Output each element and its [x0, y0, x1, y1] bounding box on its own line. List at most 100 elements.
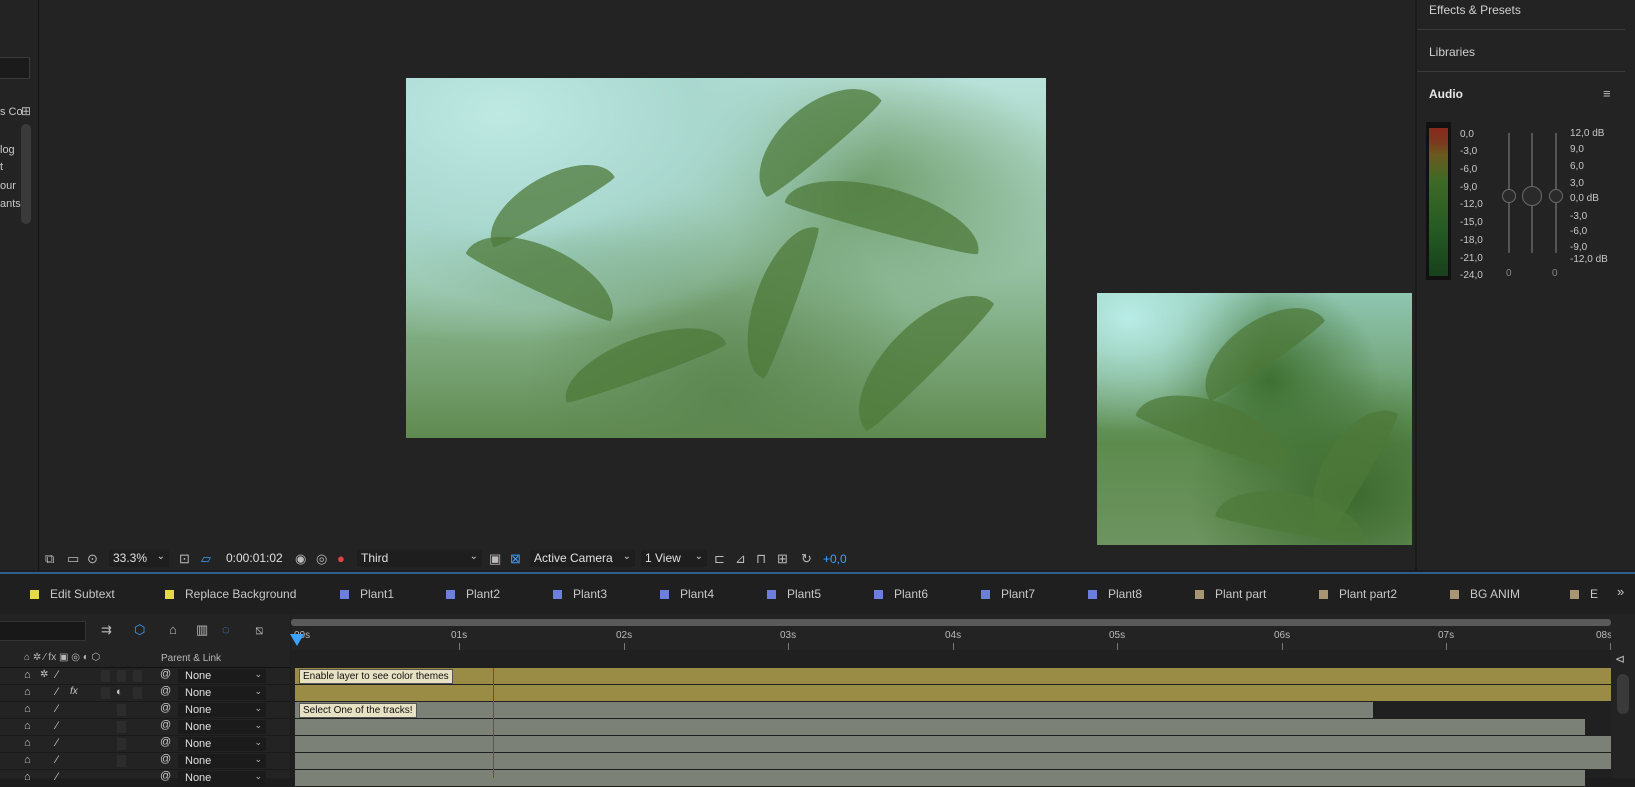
playhead-line[interactable] [493, 668, 494, 778]
transparency-toggle-icon[interactable]: ⊠ [510, 551, 521, 567]
right-channel-slider-knob[interactable] [1549, 189, 1563, 203]
comp-tab[interactable]: Plant5 [767, 587, 821, 601]
project-item-label[interactable]: ants [0, 198, 21, 210]
effects-switch-icon[interactable]: fx [70, 686, 78, 697]
transparency-grid-icon[interactable]: ▱ [201, 551, 211, 567]
current-time-display[interactable]: 0:00:01:02 [222, 550, 322, 567]
comp-tab[interactable]: BG ANIM [1450, 587, 1520, 601]
fit-frame-icon[interactable]: ⊡ [179, 551, 190, 567]
layer-row[interactable]: ⌂ ⁄ fx ◐ @ None ⌄ [0, 685, 290, 702]
current-time-indicator-icon[interactable] [290, 633, 304, 646]
parent-select[interactable]: None ⌄ [178, 754, 266, 768]
pick-whip-icon[interactable]: @ [160, 702, 171, 714]
pick-whip-icon[interactable]: @ [160, 719, 171, 731]
libraries-panel-tab[interactable]: Libraries [1429, 45, 1475, 59]
graph-editor-icon[interactable]: ⧅ [255, 622, 263, 638]
quality-switch-icon[interactable]: ⁄ [56, 686, 58, 698]
timeline-search-input[interactable] [0, 621, 86, 641]
exposure-value[interactable]: +0,0 [823, 552, 847, 566]
view-layout-select[interactable]: 1 View ⌄ [641, 550, 707, 567]
switch-cell[interactable] [117, 738, 126, 750]
composition-frame[interactable] [406, 78, 1046, 438]
adjustment-layer-icon[interactable]: ◐ [116, 686, 123, 698]
shy-switch-icon[interactable]: ⌂ [24, 703, 31, 715]
pick-whip-icon[interactable]: @ [160, 770, 171, 782]
project-item-label[interactable]: our [0, 180, 16, 192]
timeline-toggle-icon[interactable]: ⊓ [756, 551, 766, 567]
comp-tab[interactable]: Plant2 [446, 587, 500, 601]
flowchart-icon[interactable]: ⊞ [21, 104, 31, 118]
parent-select[interactable]: None ⌄ [178, 703, 266, 717]
collapse-switch-icon[interactable]: ✲ [40, 669, 48, 680]
comp-tab[interactable]: Plant3 [553, 587, 607, 601]
parent-select[interactable]: None ⌄ [178, 720, 266, 734]
parent-select[interactable]: None ⌄ [178, 771, 266, 785]
flowchart-icon[interactable]: ⊞ [777, 551, 788, 567]
secondary-viewer-frame[interactable] [1097, 293, 1412, 545]
switch-cell[interactable] [117, 670, 126, 682]
shy-layers-icon[interactable]: ⌂ [169, 622, 177, 637]
pick-whip-icon[interactable]: @ [160, 753, 171, 765]
draft-3d-icon[interactable]: ⬡ [134, 622, 145, 638]
project-scrollbar[interactable] [21, 124, 31, 224]
master-slider-knob[interactable] [1522, 186, 1542, 206]
comp-tab[interactable]: Edit Subtext [30, 587, 115, 601]
scrollbar-thumb[interactable] [1617, 674, 1629, 714]
pick-whip-icon[interactable]: @ [160, 668, 171, 680]
switch-cell[interactable] [117, 721, 126, 733]
comp-tab[interactable]: E [1570, 587, 1598, 601]
camera-snapshot-icon[interactable]: ◉ [295, 551, 306, 567]
panel-menu-icon[interactable]: ≡ [1603, 86, 1611, 101]
project-search-input[interactable] [0, 57, 30, 79]
work-area-bar[interactable] [291, 619, 1611, 626]
layer-row[interactable]: ⌂ ⁄ @ None ⌄ [0, 702, 290, 719]
left-channel-slider-knob[interactable] [1502, 189, 1516, 203]
comp-tab[interactable]: Plant part2 [1319, 587, 1397, 601]
zoom-select[interactable]: 33.3% ⌄ [109, 550, 169, 567]
show-snapshot-icon[interactable]: ◎ [316, 551, 327, 567]
composition-mini-flowchart-icon[interactable]: ⇉ [101, 622, 112, 638]
quality-switch-icon[interactable]: ⁄ [56, 754, 58, 766]
quality-switch-icon[interactable]: ⁄ [56, 737, 58, 749]
shy-switch-icon[interactable]: ⌂ [24, 686, 31, 698]
pick-whip-icon[interactable]: @ [160, 736, 171, 748]
camera-select[interactable]: Active Camera ⌄ [530, 550, 635, 567]
comp-tab[interactable]: Plant part [1195, 587, 1266, 601]
mask-toggle-icon[interactable]: ⊙ [87, 551, 98, 567]
quality-switch-icon[interactable]: ⁄ [56, 720, 58, 732]
comp-tab[interactable]: Replace Background [165, 587, 296, 601]
comp-tab[interactable]: Plant7 [981, 587, 1035, 601]
parent-select[interactable]: None ⌄ [178, 669, 266, 683]
switch-cell[interactable] [133, 670, 142, 682]
fast-preview-icon[interactable]: ⊿ [735, 551, 746, 567]
quality-switch-icon[interactable]: ⁄ [56, 771, 58, 783]
layer-bar[interactable] [295, 719, 1585, 735]
region-of-interest-icon[interactable]: ▣ [489, 551, 501, 567]
comp-tab[interactable]: Plant6 [874, 587, 928, 601]
shy-switch-icon[interactable]: ⌂ [24, 669, 31, 681]
layer-row[interactable]: ⌂ ⁄ @ None ⌄ [0, 719, 290, 736]
layer-row[interactable]: ⌂ ✲ ⁄ @ None ⌄ [0, 668, 290, 685]
comp-tab[interactable]: Plant1 [340, 587, 394, 601]
shy-switch-icon[interactable]: ⌂ [24, 720, 31, 732]
reset-exposure-icon[interactable]: ↻ [801, 551, 812, 567]
shy-switch-icon[interactable]: ⌂ [24, 771, 31, 783]
switch-cell[interactable] [133, 687, 142, 699]
layer-bar[interactable] [295, 770, 1585, 786]
monitor-icon[interactable]: ▭ [67, 551, 79, 567]
color-channels-icon[interactable]: ● [337, 551, 345, 566]
layer-row[interactable]: ⌂ ⁄ @ None ⌄ [0, 736, 290, 753]
comp-tab[interactable]: Plant4 [660, 587, 714, 601]
comp-tab[interactable]: Plant8 [1088, 587, 1142, 601]
parent-select[interactable]: None ⌄ [178, 737, 266, 751]
shy-switch-icon[interactable]: ⌂ [24, 737, 31, 749]
project-item-label[interactable]: log [0, 144, 15, 156]
quality-switch-icon[interactable]: ⁄ [56, 669, 58, 681]
switch-cell[interactable] [117, 755, 126, 767]
resolution-select[interactable]: Third ⌄ [357, 550, 482, 567]
quality-switch-icon[interactable]: ⁄ [56, 703, 58, 715]
more-tabs-chevron-icon[interactable]: » [1617, 584, 1624, 599]
switch-cell[interactable] [101, 670, 110, 682]
timeline-scrollbar[interactable]: ⊲ [1611, 614, 1635, 778]
switch-cell[interactable] [117, 704, 126, 716]
